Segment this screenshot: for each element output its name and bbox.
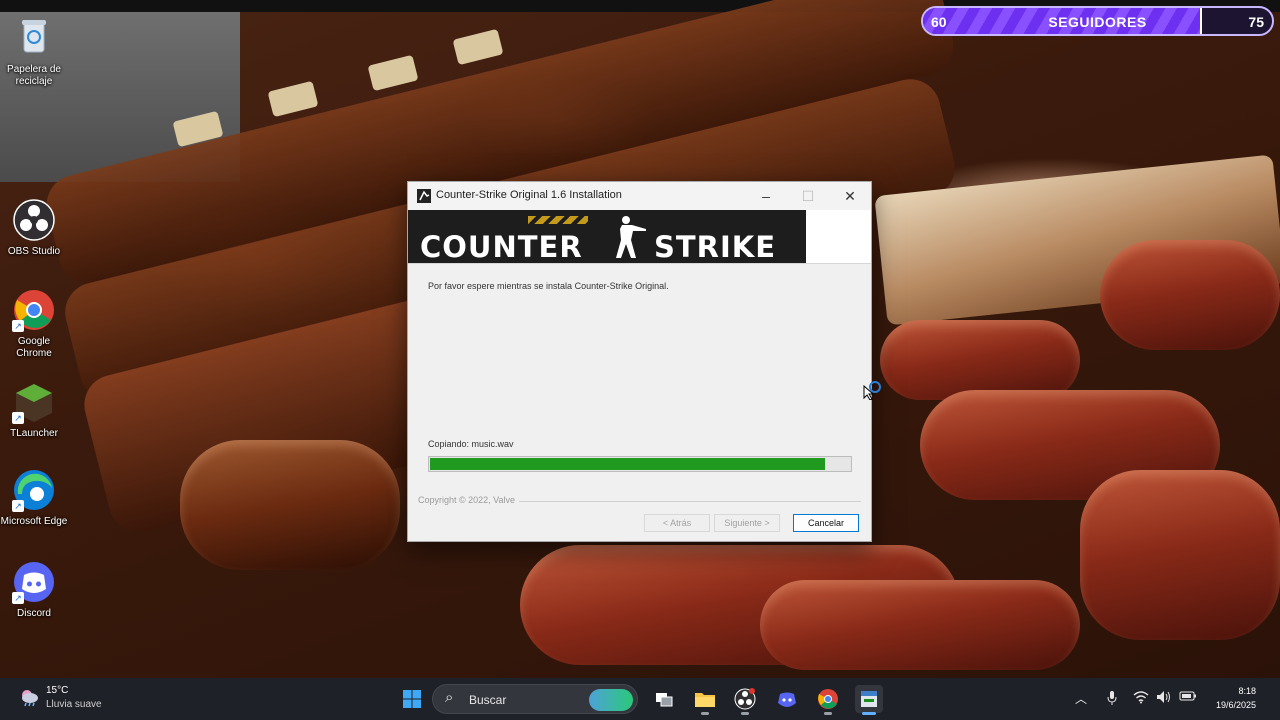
install-progress-fill xyxy=(430,458,825,470)
windows-logo-icon xyxy=(402,690,422,713)
followers-label: SEGUIDORES xyxy=(1048,14,1147,30)
shortcut-arrow-icon: ↗ xyxy=(12,412,24,424)
task-view-button[interactable] xyxy=(650,685,678,713)
window-title: Counter-Strike Original 1.6 Installation xyxy=(436,189,622,201)
installer-window[interactable]: Counter-Strike Original 1.6 Installation… xyxy=(407,181,872,542)
next-button[interactable]: Siguiente > xyxy=(714,514,780,532)
maximize-icon: ☐ xyxy=(801,188,815,204)
logo-word-left: COUNTER xyxy=(420,230,583,263)
wallpaper-bone xyxy=(267,80,319,118)
wallpaper-sausage xyxy=(760,580,1080,670)
search-highlight-image xyxy=(589,689,633,711)
desktop-icon-edge[interactable]: ↗ Microsoft Edge xyxy=(0,468,68,528)
microphone-icon[interactable] xyxy=(1106,690,1118,709)
chrome-icon: ↗ xyxy=(12,288,56,332)
taskbar-obs[interactable] xyxy=(731,685,759,715)
volume-icon[interactable] xyxy=(1156,690,1172,707)
active-indicator xyxy=(862,712,876,715)
desktop-icon-tlauncher[interactable]: ↗ TLauncher xyxy=(0,380,68,440)
logo-word-right: STRIKE xyxy=(654,230,777,263)
wallpaper-bone xyxy=(452,28,504,66)
copyright-text: Copyright © 2022, Valve xyxy=(418,495,520,505)
recycle-bin-icon xyxy=(12,16,56,60)
taskbar-file-explorer[interactable] xyxy=(691,685,719,715)
counter-strike-logo: COUNTER STRIKE xyxy=(408,210,806,263)
rain-cloud-icon xyxy=(18,686,40,708)
start-button[interactable] xyxy=(398,685,426,713)
counter-strike-app-icon xyxy=(416,188,432,204)
taskbar-chrome[interactable] xyxy=(814,685,842,715)
followers-goal-widget: 60 SEGUIDORES 75 xyxy=(921,6,1274,36)
obs-icon xyxy=(734,688,756,714)
active-indicator xyxy=(741,712,749,715)
shortcut-arrow-icon: ↗ xyxy=(12,320,24,332)
taskbar-discord[interactable] xyxy=(773,685,801,713)
installer-app-icon xyxy=(859,691,879,713)
install-status-message: Por favor espere mientras se instala Cou… xyxy=(428,281,669,291)
logo-hazard-stripe xyxy=(528,216,588,224)
installer-banner: COUNTER STRIKE xyxy=(408,210,871,264)
desktop-icon-label: TLauncher xyxy=(10,428,58,439)
desktop-icon-chrome[interactable]: ↗ Google Chrome xyxy=(0,288,68,360)
desktop-icon-recycle-bin[interactable]: Papelera de reciclaje xyxy=(0,16,68,88)
desktop-icon-label: Microsoft Edge xyxy=(0,516,68,527)
discord-icon xyxy=(776,692,798,714)
taskbar-installer[interactable] xyxy=(855,685,883,715)
wallpaper-sausage xyxy=(180,440,400,570)
minimize-icon: – xyxy=(762,188,770,204)
shortcut-arrow-icon: ↗ xyxy=(12,500,24,512)
clock-time: 8:18 xyxy=(1238,686,1256,696)
show-hidden-icons-chevron-icon[interactable]: ︿ xyxy=(1075,690,1087,707)
taskbar-clock[interactable]: 8:18 19/6/2025 xyxy=(1216,684,1256,712)
mouse-cursor-icon xyxy=(862,380,882,405)
wallpaper-sausage xyxy=(1100,240,1280,350)
search-placeholder: Buscar xyxy=(469,693,507,707)
clock-date: 19/6/2025 xyxy=(1215,700,1256,710)
discord-icon: ↗ xyxy=(12,560,56,604)
taskbar: 15°C Lluvia suave ⌕ Buscar ︿ 8:18 19/6/2… xyxy=(0,678,1280,720)
desktop-icon-obs[interactable]: OBS Studio xyxy=(0,198,68,258)
close-icon: ✕ xyxy=(844,188,856,204)
wallpaper-sausage xyxy=(1080,470,1280,640)
wallpaper-bone xyxy=(367,54,419,92)
back-button[interactable]: < Atrás xyxy=(644,514,710,532)
desktop-icon-label: Papelera de reciclaje xyxy=(7,64,61,87)
folder-icon xyxy=(694,693,716,713)
active-indicator xyxy=(701,712,709,715)
desktop-icon-discord[interactable]: ↗ Discord xyxy=(0,560,68,620)
battery-icon[interactable] xyxy=(1179,690,1197,705)
install-progress-bar xyxy=(428,456,852,472)
close-button[interactable]: ✕ xyxy=(828,182,872,210)
desktop-icon-label: OBS Studio xyxy=(7,246,61,257)
obs-icon xyxy=(12,198,56,242)
wallpaper-sausage xyxy=(880,320,1080,400)
minimize-button[interactable]: – xyxy=(744,182,788,210)
taskbar-search[interactable]: ⌕ Buscar xyxy=(432,684,638,714)
maximize-button[interactable]: ☐ xyxy=(786,182,830,210)
window-titlebar[interactable]: Counter-Strike Original 1.6 Installation… xyxy=(408,182,871,210)
chrome-icon xyxy=(817,689,839,714)
search-icon: ⌕ xyxy=(445,689,454,706)
task-view-icon xyxy=(654,693,674,713)
desktop-icon-label: Google Chrome xyxy=(16,336,52,359)
installer-content: Por favor espere mientras se instala Cou… xyxy=(408,265,871,501)
shortcut-arrow-icon: ↗ xyxy=(12,592,24,604)
desktop-icon-label: Discord xyxy=(17,608,51,619)
weather-temperature: 15°C xyxy=(46,685,69,696)
soldier-silhouette-icon xyxy=(608,214,648,263)
copying-file-label: Copiando: music.wav xyxy=(428,439,514,449)
weather-condition: Lluvia suave xyxy=(46,699,102,710)
edge-icon: ↗ xyxy=(12,468,56,512)
active-indicator xyxy=(824,712,832,715)
followers-goal: 75 xyxy=(1248,14,1264,30)
tlauncher-icon: ↗ xyxy=(12,380,56,424)
wifi-icon[interactable] xyxy=(1133,690,1149,707)
cancel-button[interactable]: Cancelar xyxy=(793,514,859,532)
